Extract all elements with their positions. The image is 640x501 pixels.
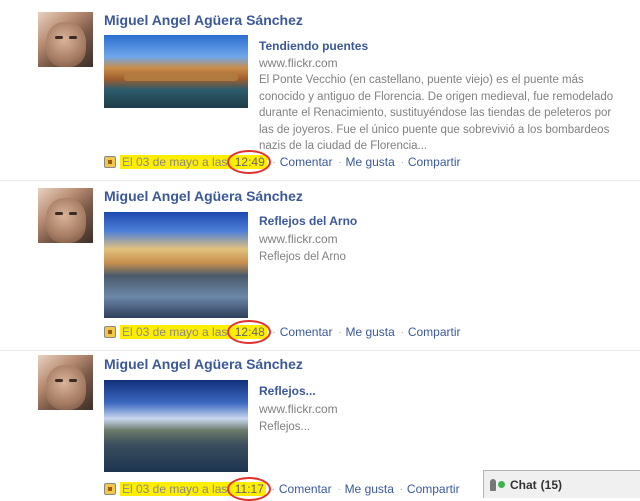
- avatar[interactable]: [38, 188, 93, 243]
- link-thumbnail[interactable]: [104, 35, 248, 108]
- separator-dot: ·: [399, 484, 403, 494]
- link-domain: www.flickr.com: [259, 402, 338, 416]
- link-thumbnail[interactable]: [104, 212, 248, 318]
- share-link[interactable]: Compartir: [408, 325, 461, 339]
- like-link[interactable]: Me gusta: [345, 482, 394, 496]
- share-link[interactable]: Compartir: [408, 155, 461, 169]
- comment-link[interactable]: Comentar: [280, 155, 333, 169]
- attachment-icon: [104, 156, 116, 168]
- link-title[interactable]: Tendiendo puentes: [259, 39, 368, 53]
- news-feed: Miguel Angel Agüera Sánchez Tendiendo pu…: [0, 0, 640, 501]
- separator-dot: ·: [400, 157, 404, 167]
- author-name[interactable]: Miguel Angel Agüera Sánchez: [104, 12, 303, 28]
- chat-label: Chat: [510, 477, 537, 492]
- comment-link[interactable]: Comentar: [280, 325, 333, 339]
- annotation-circle: [226, 150, 271, 174]
- chat-online-count: (15): [540, 477, 563, 492]
- feed-story: Miguel Angel Agüera Sánchez Tendiendo pu…: [0, 0, 640, 181]
- link-title[interactable]: Reflejos del Arno: [259, 214, 357, 228]
- separator-dot: ·: [272, 327, 276, 337]
- timestamp-label[interactable]: El 03 de mayo a las: [120, 155, 233, 169]
- story-footer: El 03 de mayo a las 11:17 · Comentar · M…: [104, 477, 460, 501]
- author-name[interactable]: Miguel Angel Agüera Sánchez: [104, 356, 303, 372]
- separator-dot: ·: [337, 484, 341, 494]
- avatar[interactable]: [38, 355, 93, 410]
- link-thumbnail[interactable]: [104, 380, 248, 472]
- like-link[interactable]: Me gusta: [345, 155, 394, 169]
- like-link[interactable]: Me gusta: [345, 325, 394, 339]
- story-footer: El 03 de mayo a las 12:49 · Comentar · M…: [104, 150, 461, 174]
- avatar-face-image: [46, 198, 86, 243]
- author-name[interactable]: Miguel Angel Agüera Sánchez: [104, 188, 303, 204]
- link-title[interactable]: Reflejos...: [259, 384, 316, 398]
- story-footer: El 03 de mayo a las 12:48 · Comentar · M…: [104, 320, 461, 344]
- chat-bar[interactable]: Chat (15): [483, 470, 640, 498]
- timestamp-time[interactable]: 12:48: [226, 320, 271, 344]
- timestamp-time[interactable]: 11:17: [226, 477, 271, 501]
- avatar-face-image: [46, 22, 86, 67]
- attachment-icon: [104, 326, 116, 338]
- separator-dot: ·: [338, 327, 342, 337]
- comment-link[interactable]: Comentar: [279, 482, 332, 496]
- timestamp-label[interactable]: El 03 de mayo a las: [120, 482, 233, 496]
- separator-dot: ·: [338, 157, 342, 167]
- online-status-icon: [498, 480, 505, 488]
- share-link[interactable]: Compartir: [407, 482, 460, 496]
- link-description: Reflejos...: [259, 421, 311, 433]
- avatar-face-image: [46, 365, 86, 410]
- feed-story: Miguel Angel Agüera Sánchez Reflejos del…: [0, 180, 640, 351]
- separator-dot: ·: [271, 484, 275, 494]
- link-description: El Ponte Vecchio (en castellano, puente …: [259, 74, 614, 152]
- link-description: Reflejos del Arno: [259, 251, 346, 263]
- annotation-circle: [226, 320, 271, 344]
- attachment-icon: [104, 483, 116, 495]
- annotation-circle: [226, 477, 271, 501]
- chat-people-icon: [490, 478, 508, 492]
- timestamp-label[interactable]: El 03 de mayo a las: [120, 325, 233, 339]
- link-domain: www.flickr.com: [259, 56, 338, 70]
- timestamp-time[interactable]: 12:49: [226, 150, 271, 174]
- separator-dot: ·: [400, 327, 404, 337]
- separator-dot: ·: [272, 157, 276, 167]
- link-domain: www.flickr.com: [259, 232, 338, 246]
- avatar[interactable]: [38, 12, 93, 67]
